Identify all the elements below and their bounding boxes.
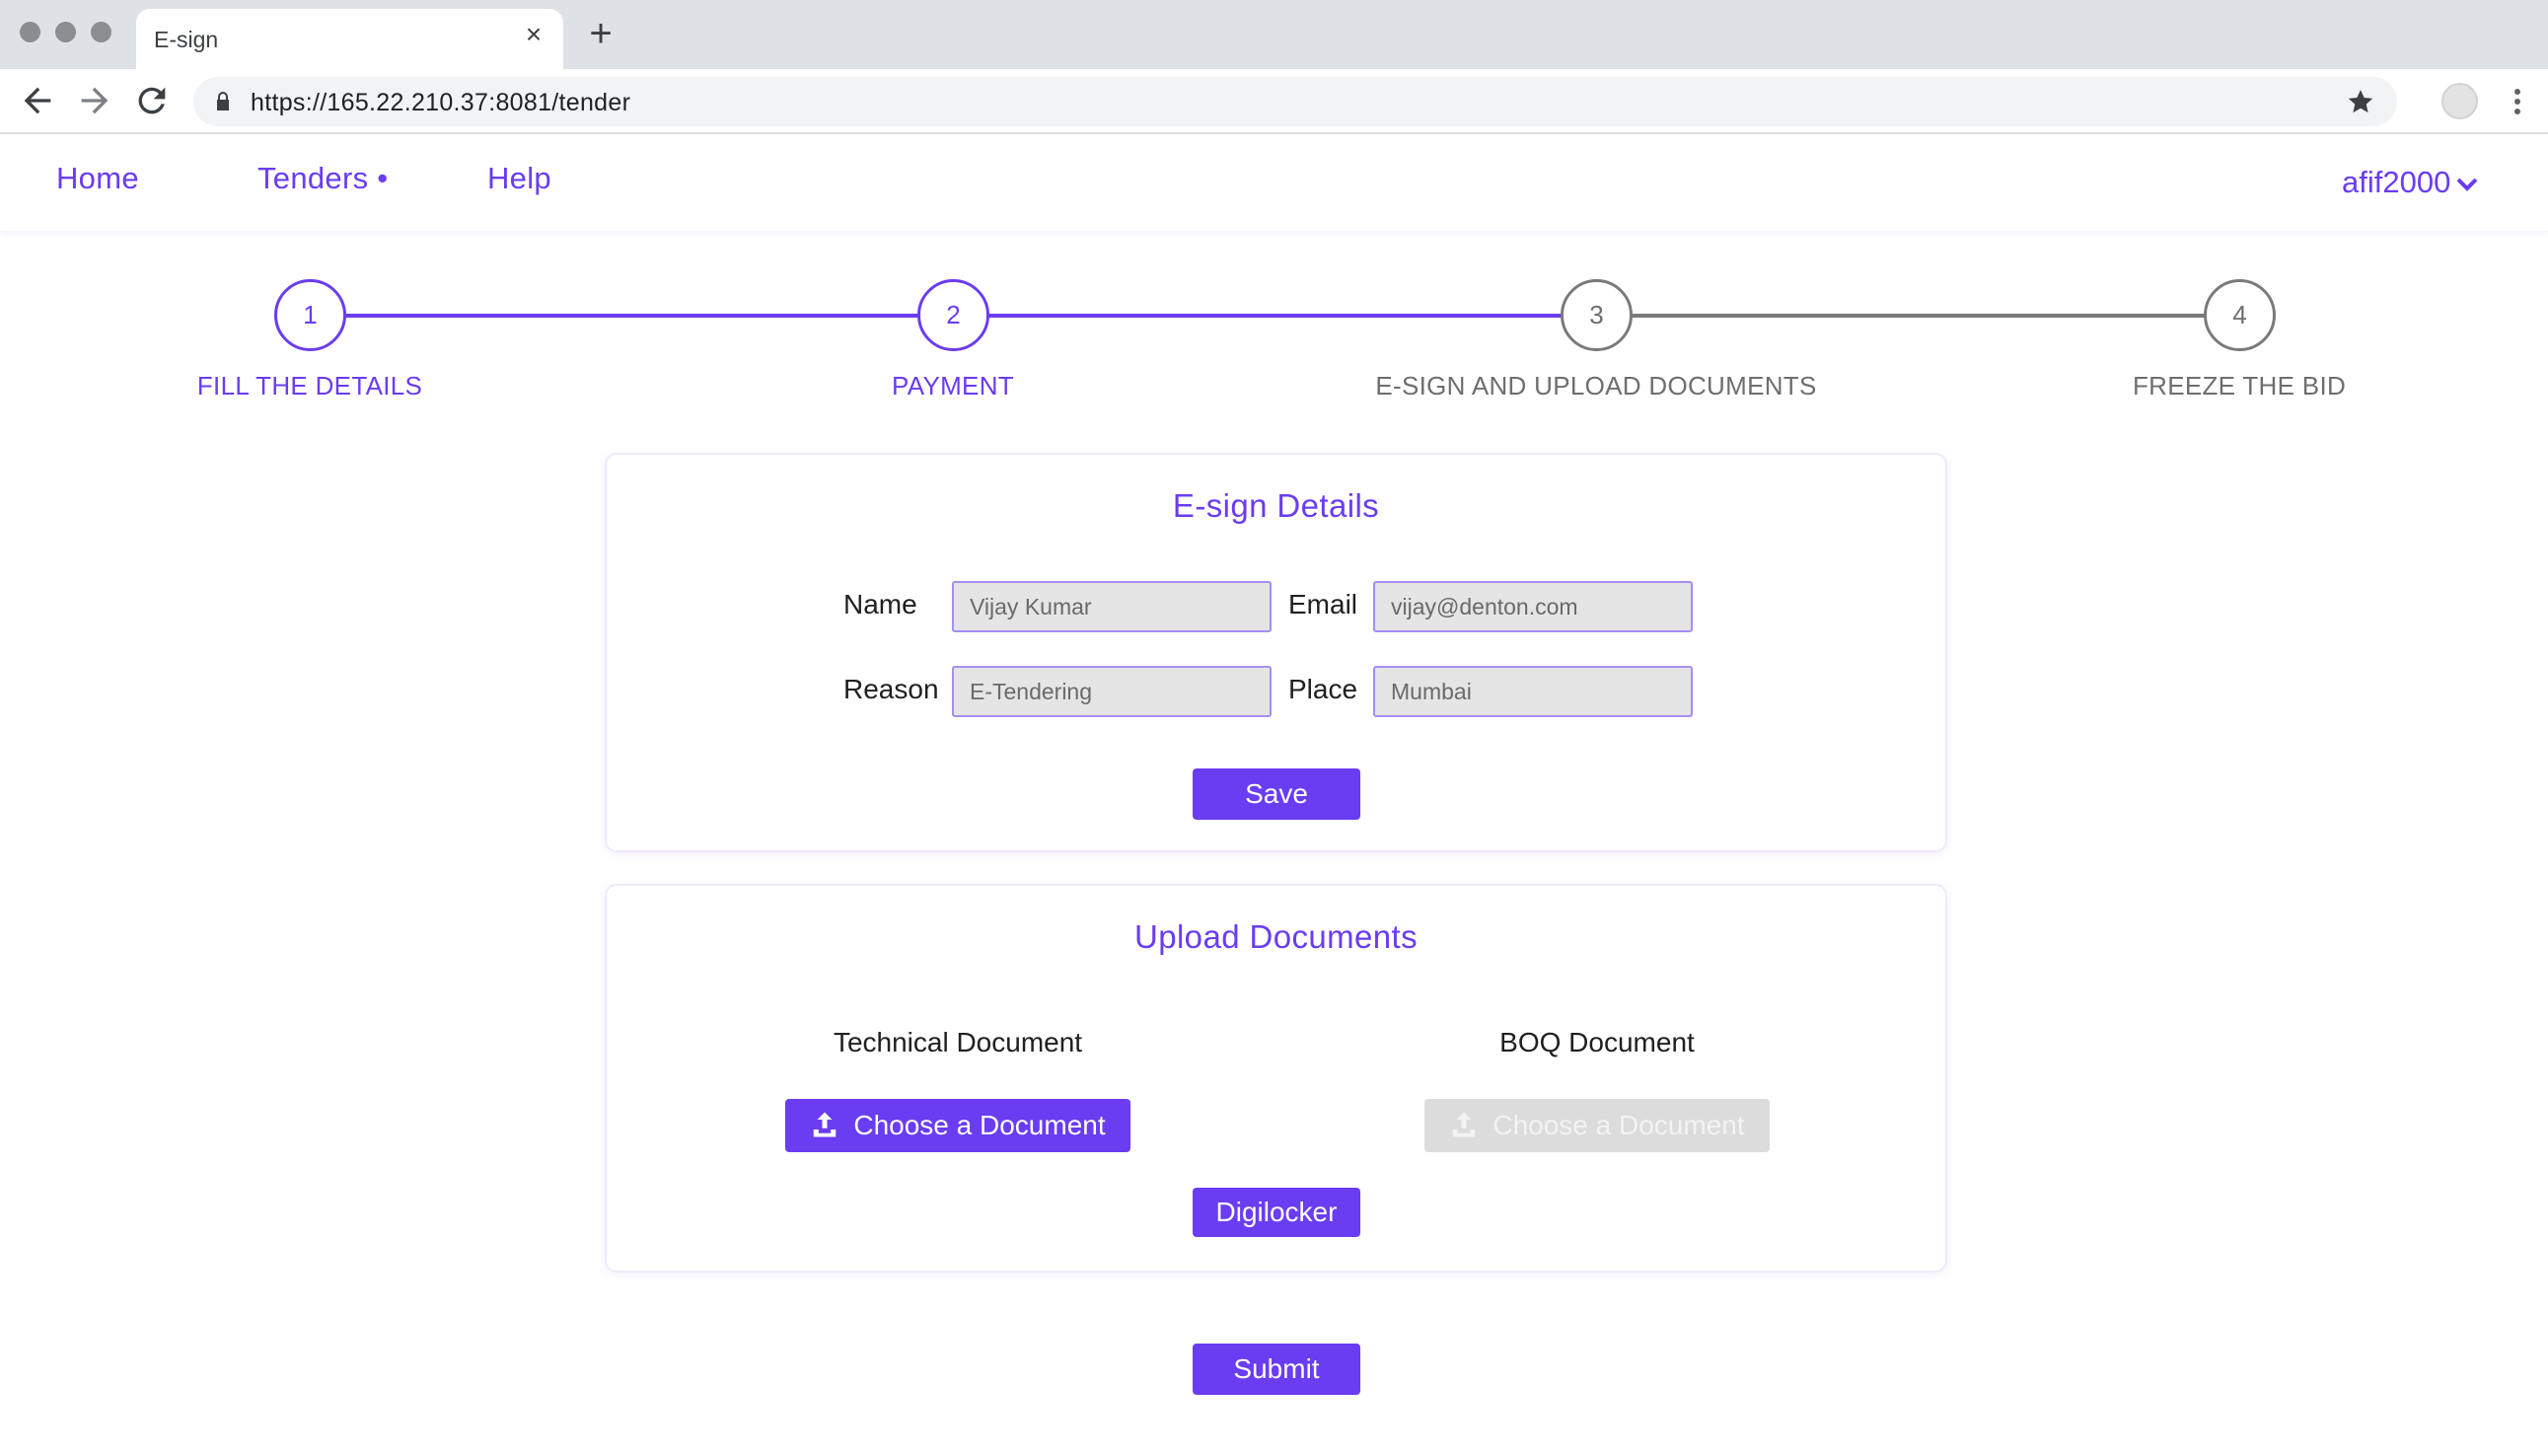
step-3-circle: 3: [1561, 279, 1633, 351]
step-connector-3-4: [1632, 314, 2207, 318]
window-minimize-dot[interactable]: [55, 22, 76, 42]
browser-tabstrip: E-sign × +: [0, 0, 2548, 69]
step-2-label: PAYMENT: [892, 371, 1014, 400]
tab-close-icon[interactable]: ×: [520, 21, 547, 48]
email-field[interactable]: [1373, 581, 1693, 632]
email-label: Email: [1288, 589, 1358, 619]
browser-menu-icon[interactable]: [2503, 83, 2532, 120]
address-bar[interactable]: https://165.22.210.37:8081/tender: [193, 77, 2397, 126]
name-label: Name: [843, 589, 917, 619]
upload-icon: [814, 1112, 837, 1137]
step-4-circle: 4: [2204, 279, 2276, 351]
chevron-down-icon: [2456, 178, 2478, 191]
browser-toolbar: https://165.22.210.37:8081/tender: [0, 69, 2548, 134]
window-close-dot[interactable]: [20, 22, 40, 42]
technical-document-label: Technical Document: [833, 1027, 1083, 1057]
digilocker-button[interactable]: Digilocker: [1193, 1188, 1360, 1237]
step-3-label: E-SIGN AND UPLOAD DOCUMENTS: [1375, 371, 1817, 400]
boq-choose-document-button: Choose a Document: [1424, 1099, 1770, 1152]
name-field[interactable]: [952, 581, 1272, 632]
bookmark-star-icon[interactable]: [2346, 87, 2375, 116]
reload-icon[interactable]: [132, 81, 172, 120]
step-4-label: FREEZE THE BID: [2132, 371, 2347, 400]
submit-button[interactable]: Submit: [1193, 1344, 1360, 1395]
user-menu[interactable]: afif2000: [2342, 165, 2478, 200]
new-tab-icon[interactable]: +: [584, 14, 618, 53]
site-header: Home Tenders • Help afif2000: [0, 136, 2548, 231]
boq-document-label: BOQ Document: [1499, 1027, 1695, 1057]
nav-home-link[interactable]: Home: [56, 161, 139, 196]
browser-tab[interactable]: E-sign ×: [136, 9, 563, 69]
upload-card-title: Upload Documents: [1133, 918, 1419, 955]
technical-choose-document-label: Choose a Document: [853, 1110, 1106, 1140]
step-1-circle: 1: [274, 279, 346, 351]
username: afif2000: [2342, 165, 2451, 199]
upload-icon: [1453, 1112, 1476, 1137]
tab-title: E-sign: [154, 27, 219, 52]
boq-choose-document-label: Choose a Document: [1492, 1110, 1745, 1140]
back-icon[interactable]: [18, 81, 57, 120]
lock-icon: [217, 92, 229, 110]
reason-label: Reason: [843, 674, 939, 704]
esign-card-title: E-sign Details: [1172, 487, 1380, 524]
step-1-label: FILL THE DETAILS: [196, 371, 423, 400]
reason-field[interactable]: [952, 666, 1272, 717]
url-text: https://165.22.210.37:8081/tender: [251, 89, 631, 116]
forward-icon[interactable]: [75, 81, 114, 120]
step-connector-1-2: [345, 314, 920, 318]
step-connector-2-3: [988, 314, 1564, 318]
place-label: Place: [1288, 674, 1358, 704]
place-field[interactable]: [1373, 666, 1693, 717]
technical-choose-document-button[interactable]: Choose a Document: [785, 1099, 1130, 1152]
nav-tenders-link[interactable]: Tenders •: [257, 161, 388, 196]
save-button[interactable]: Save: [1193, 768, 1360, 820]
nav-help-link[interactable]: Help: [487, 161, 551, 196]
esign-details-card: E-sign Details Name Email Reason Place S…: [605, 453, 1947, 852]
step-2-circle: 2: [917, 279, 989, 351]
window-maximize-dot[interactable]: [91, 22, 111, 42]
profile-avatar-icon[interactable]: [2441, 83, 2478, 119]
upload-documents-card: Upload Documents Technical Document BOQ …: [605, 884, 1947, 1273]
